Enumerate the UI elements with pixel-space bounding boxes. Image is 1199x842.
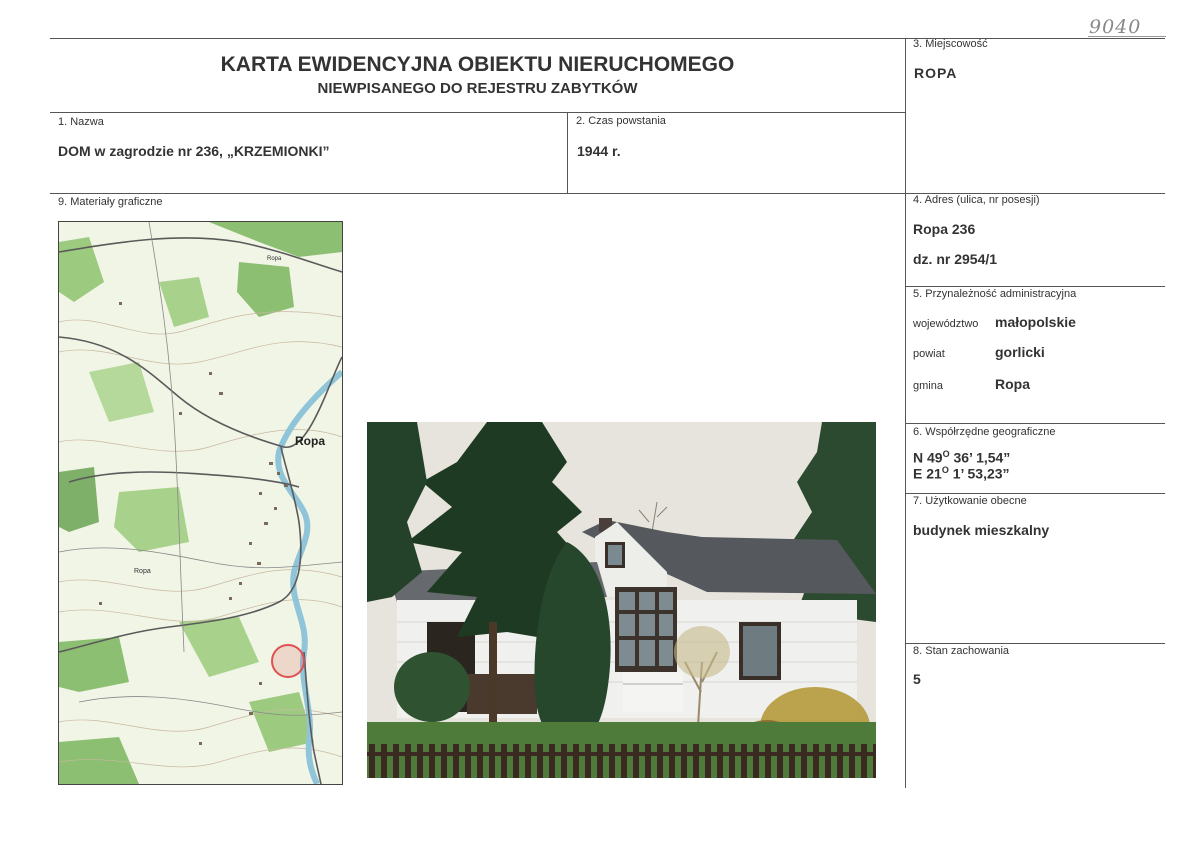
divider xyxy=(905,423,1165,424)
czas-powstania-label: 2. Czas powstania xyxy=(576,115,666,127)
wojewodztwo-label: województwo xyxy=(913,318,979,330)
nazwa-value: DOM w zagrodzie nr 236, „KRZEMIONKI” xyxy=(58,143,330,159)
coordinate-e-rest: 1’ 53,23” xyxy=(948,465,1010,482)
wojewodztwo-value: małopolskie xyxy=(995,314,1076,330)
location-map: Ropa Ropa Ropa xyxy=(58,221,343,785)
divider xyxy=(50,38,1165,39)
adres-label: 4. Adres (ulica, nr posesji) xyxy=(913,194,1040,206)
przynaleznosc-label: 5. Przynależność administracyjna xyxy=(913,288,1077,300)
materialy-label: 9. Materiały graficzne xyxy=(58,196,163,208)
adres-line1: Ropa 236 xyxy=(913,221,976,237)
uzytkowanie-label: 7. Użytkowanie obecne xyxy=(913,495,1027,507)
card-title: KARTA EWIDENCYJNA OBIEKTU NIERUCHOMEGO xyxy=(220,53,735,76)
divider xyxy=(905,38,906,788)
house-photo-graphic xyxy=(367,422,876,778)
degree-mark: O xyxy=(942,449,950,459)
divider xyxy=(905,286,1165,287)
coordinate-n-prefix: N 49 xyxy=(913,449,943,466)
divider xyxy=(905,643,1165,644)
powiat-value: gorlicki xyxy=(995,344,1045,360)
miejscowosc-value: ROPA xyxy=(914,65,958,81)
czas-powstania-value: 1944 r. xyxy=(577,143,621,159)
coordinate-n: N 49O 36’ 1,54” xyxy=(913,449,1010,466)
degree-mark: O xyxy=(941,465,949,475)
map-small-label: Ropa xyxy=(134,568,151,575)
gmina-label: gmina xyxy=(913,380,943,392)
map-small-label: Ropa xyxy=(267,256,282,262)
map-graphic xyxy=(59,222,342,784)
divider xyxy=(905,493,1165,494)
coordinate-e: E 21O 1’ 53,23” xyxy=(913,465,1010,482)
stan-value: 5 xyxy=(913,671,921,687)
divider xyxy=(50,112,905,113)
coordinate-n-rest: 36’ 1,54” xyxy=(949,449,1011,466)
gmina-value: Ropa xyxy=(995,376,1030,392)
stan-label: 8. Stan zachowania xyxy=(913,645,1010,657)
card-subtitle: NIEWPISANEGO DO REJESTRU ZABYTKÓW xyxy=(317,80,638,97)
record-card: 9040 KARTA EWIDENCYJNA OBIEKTU NIERUCHOM… xyxy=(0,0,1199,842)
miejscowosc-label: 3. Miejscowość xyxy=(913,38,988,50)
divider xyxy=(567,112,568,193)
house-photo xyxy=(367,422,876,778)
nazwa-label: 1. Nazwa xyxy=(58,116,104,128)
powiat-label: powiat xyxy=(913,348,945,360)
map-place-label: Ropa xyxy=(295,434,325,448)
wspolrzedne-label: 6. Współrzędne geograficzne xyxy=(913,426,1056,438)
coordinate-e-prefix: E 21 xyxy=(913,465,942,482)
handwritten-number: 9040 xyxy=(1089,16,1142,38)
handwritten-underline xyxy=(1088,36,1166,37)
adres-line2: dz. nr 2954/1 xyxy=(913,251,998,267)
uzytkowanie-value: budynek mieszkalny xyxy=(913,522,1050,538)
